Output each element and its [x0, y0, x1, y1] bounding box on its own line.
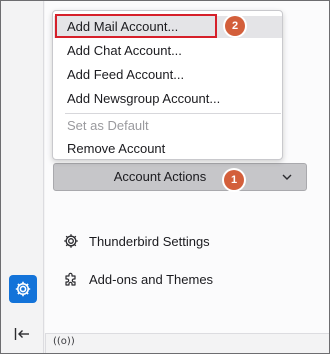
- chevron-down-icon: [282, 174, 292, 180]
- menu-separator: [65, 113, 281, 114]
- status-bar: ((o)): [45, 333, 329, 354]
- addons-themes-link[interactable]: Add-ons and Themes: [62, 268, 213, 290]
- menu-item-set-as-default: Set as Default: [67, 118, 149, 133]
- account-actions-button[interactable]: Account Actions: [53, 163, 307, 191]
- gear-icon: [62, 232, 80, 250]
- menu-item-add-feed-account[interactable]: Add Feed Account...: [54, 64, 282, 86]
- gear-icon: [15, 281, 31, 297]
- spaces-settings-button[interactable]: [9, 275, 37, 303]
- status-separator: [45, 334, 46, 354]
- puzzle-icon: [62, 270, 80, 288]
- thunderbird-settings-label: Thunderbird Settings: [89, 233, 210, 249]
- menu-item-add-chat-account[interactable]: Add Chat Account...: [54, 40, 282, 62]
- annotation-highlight-box: [55, 14, 217, 38]
- collapse-spaces-button[interactable]: [10, 322, 34, 346]
- menu-item-add-newsgroup-account[interactable]: Add Newsgroup Account...: [54, 88, 282, 110]
- collapse-left-icon: [14, 328, 29, 340]
- step-badge-2: 2: [225, 16, 245, 36]
- addons-themes-label: Add-ons and Themes: [89, 271, 214, 287]
- menu-item-remove-account[interactable]: Remove Account: [54, 138, 282, 160]
- radio-signal-icon[interactable]: ((o)): [53, 336, 75, 347]
- spaces-toolbar: [1, 1, 44, 353]
- step-badge-1: 1: [224, 170, 244, 190]
- thunderbird-settings-link[interactable]: Thunderbird Settings: [62, 230, 210, 252]
